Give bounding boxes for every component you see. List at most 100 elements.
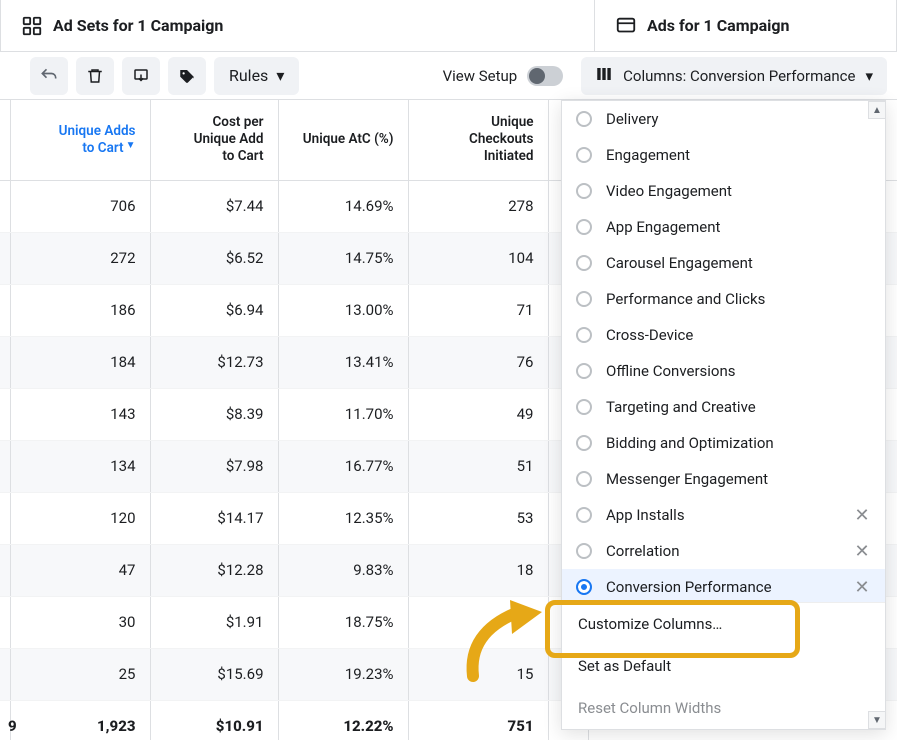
radio-icon [576, 255, 592, 271]
table-cell: $7.98 [150, 440, 278, 492]
tag-button[interactable] [168, 57, 206, 95]
top-tabs: Ad Sets for 1 Campaign Ads for 1 Campaig… [0, 0, 897, 52]
remove-preset-icon[interactable]: ✕ [853, 505, 871, 526]
radio-icon [576, 111, 592, 127]
table-cell: 14.75% [278, 232, 408, 284]
table-cell: 272 [10, 232, 150, 284]
table-cell: 184 [10, 336, 150, 388]
table-cell: 9.83% [278, 544, 408, 596]
chevron-down-icon: ▾ [865, 67, 873, 85]
column-preset-item[interactable]: Engagement [562, 137, 885, 173]
remove-preset-icon[interactable]: ✕ [853, 577, 871, 598]
delete-button[interactable] [76, 57, 114, 95]
table-cell: $15.69 [150, 648, 278, 700]
preset-label: Cross-Device [606, 326, 693, 344]
table-cell: 186 [10, 284, 150, 336]
preset-label: Conversion Performance [606, 578, 772, 596]
table-cell: $12.73 [150, 336, 278, 388]
table-cell: 16.77% [278, 440, 408, 492]
column-header[interactable]: Unique Addsto Cart▼ [10, 100, 150, 180]
columns-button[interactable]: Columns: Conversion Performance ▾ [581, 57, 887, 95]
column-preset-item[interactable]: Conversion Performance ✕ [562, 569, 885, 602]
table-cell: 12.22% [278, 700, 408, 740]
table-cell: 30 [10, 596, 150, 648]
table-cell: 104 [408, 232, 548, 284]
columns-icon [595, 65, 613, 87]
view-setup-group: View Setup [443, 66, 564, 86]
table-cell: 13.41% [278, 336, 408, 388]
radio-icon [576, 363, 592, 379]
view-setup-label: View Setup [443, 67, 518, 85]
table-cell: $8.39 [150, 388, 278, 440]
radio-icon [576, 147, 592, 163]
table-cell: 76 [408, 336, 548, 388]
column-preset-item[interactable]: Messenger Engagement [562, 461, 885, 497]
table-cell: 51 [408, 440, 548, 492]
column-preset-item[interactable]: Correlation✕ [562, 533, 885, 569]
radio-icon [576, 327, 592, 343]
table-cell: $14.17 [150, 492, 278, 544]
customize-columns-button[interactable]: Customize Columns… [562, 603, 885, 645]
table-cell: 15 [408, 648, 548, 700]
tab-adsets-label: Ad Sets for 1 Campaign [53, 16, 223, 35]
radio-icon [576, 507, 592, 523]
table-cell: $12.28 [150, 544, 278, 596]
dropdown-footer: Customize Columns… Set as Default Reset … [562, 602, 885, 729]
column-preset-item[interactable]: Performance and Clicks [562, 281, 885, 317]
preset-label: Engagement [606, 146, 690, 164]
preset-label: Performance and Clicks [606, 290, 765, 308]
tab-ads-label: Ads for 1 Campaign [647, 16, 790, 35]
radio-icon [576, 579, 592, 595]
remove-preset-icon[interactable]: ✕ [853, 541, 871, 562]
radio-icon [576, 291, 592, 307]
columns-dropdown: ▲ Delivery Engagement Video Engagement App … [561, 100, 886, 730]
radio-icon [576, 183, 592, 199]
view-setup-toggle[interactable] [527, 66, 563, 86]
radio-icon [576, 435, 592, 451]
column-preset-item[interactable]: Offline Conversions [562, 353, 885, 389]
radio-icon [576, 219, 592, 235]
rules-button[interactable]: Rules ▾ [214, 57, 299, 95]
table-cell: 12.35% [278, 492, 408, 544]
preset-label: App Engagement [606, 218, 720, 236]
chevron-down-icon: ▾ [276, 66, 284, 85]
column-preset-item[interactable]: App Engagement [562, 209, 885, 245]
table-cell: 47 [10, 544, 150, 596]
column-preset-item[interactable]: Bidding and Optimization [562, 425, 885, 461]
column-preset-item[interactable]: Video Engagement [562, 173, 885, 209]
table-cell: 706 [10, 180, 150, 232]
table-cell: 19.23% [278, 648, 408, 700]
column-header[interactable] [0, 100, 10, 180]
column-preset-item[interactable]: App Installs✕ [562, 497, 885, 533]
table-cell: 278 [408, 180, 548, 232]
column-header[interactable]: UniqueCheckoutsInitiated [408, 100, 548, 180]
preset-label: Bidding and Optimization [606, 434, 774, 452]
reset-column-widths-button[interactable]: Reset Column Widths [562, 687, 885, 729]
column-preset-item[interactable]: Carousel Engagement [562, 245, 885, 281]
column-preset-item[interactable]: Targeting and Creative [562, 389, 885, 425]
table-cell: 18 [408, 544, 548, 596]
table-cell: 751 [408, 700, 548, 740]
adsets-grid-icon [21, 15, 43, 37]
export-button[interactable] [122, 57, 160, 95]
columns-label: Columns: Conversion Performance [623, 67, 855, 85]
table-cell: 143 [10, 388, 150, 440]
column-preset-item[interactable]: Cross-Device [562, 317, 885, 353]
tab-adsets[interactable]: Ad Sets for 1 Campaign [0, 0, 595, 51]
undo-button[interactable] [30, 57, 68, 95]
table-cell: $1.91 [150, 596, 278, 648]
column-header[interactable]: Cost perUnique Addto Cart [150, 100, 278, 180]
tab-ads[interactable]: Ads for 1 Campaign [595, 0, 897, 51]
radio-icon [576, 471, 592, 487]
table-cell: 1,923 [10, 700, 150, 740]
column-header[interactable]: Unique AtC (%) [278, 100, 408, 180]
table-cell: $10.91 [150, 700, 278, 740]
table-cell: $6.94 [150, 284, 278, 336]
preset-label: Targeting and Creative [606, 398, 756, 416]
scroll-up-icon[interactable]: ▲ [868, 101, 886, 119]
set-default-button[interactable]: Set as Default [562, 645, 885, 687]
scroll-down-icon[interactable]: ▼ [868, 711, 886, 729]
table-cell: $6.52 [150, 232, 278, 284]
preset-label: Video Engagement [606, 182, 732, 200]
column-preset-item[interactable]: Delivery [562, 101, 885, 137]
